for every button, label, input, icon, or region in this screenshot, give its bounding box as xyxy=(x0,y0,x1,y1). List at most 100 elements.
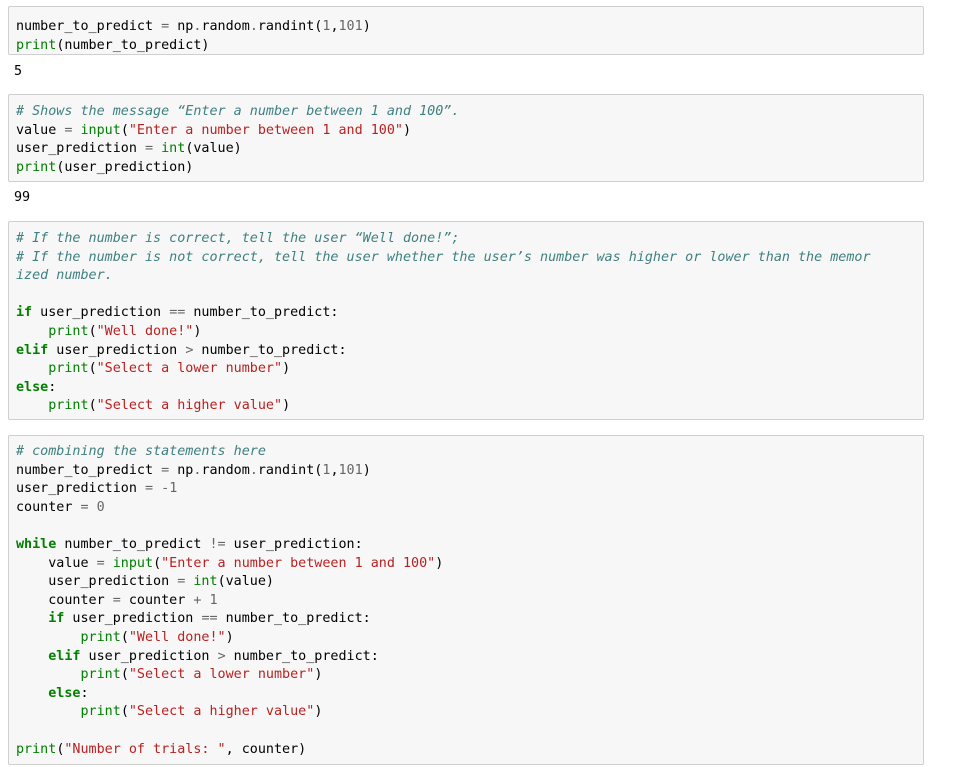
code-token: 1 xyxy=(209,592,218,608)
code-line: else: xyxy=(16,379,871,398)
code-token: ( xyxy=(88,361,97,377)
code-token: else xyxy=(16,379,49,395)
code-token: ) xyxy=(362,19,371,34)
code-token: print xyxy=(80,704,121,720)
code-token: "Enter a number between 1 and 100" xyxy=(128,122,403,138)
code-token: else xyxy=(48,685,81,701)
code-line: elif user_prediction > number_to_predict… xyxy=(16,648,443,667)
code-token: ( xyxy=(120,629,129,645)
code-token: np xyxy=(169,462,194,478)
code-token: if xyxy=(16,305,33,321)
code-line: print(user_prediction) xyxy=(16,159,459,178)
code-token: while xyxy=(16,536,57,552)
code-token: = xyxy=(161,19,170,34)
code-token: ) xyxy=(193,323,202,339)
code-token: # If the number is correct, tell the use… xyxy=(16,231,460,246)
code-token: print xyxy=(80,629,121,645)
code-token: elif xyxy=(16,342,49,358)
code-line: number_to_predict = np.random.randint(1,… xyxy=(16,18,371,37)
code-token: = xyxy=(145,481,154,497)
code-token: (user_prediction) xyxy=(56,159,194,175)
code-token: counter xyxy=(120,592,194,608)
code-token: == xyxy=(169,305,186,321)
output-2: 99 xyxy=(14,190,31,205)
code-token: "Select a higher value" xyxy=(128,704,315,720)
code-line: number_to_predict = np.random.randint(1,… xyxy=(16,462,443,481)
code-token: number_to_predict: xyxy=(193,342,347,358)
code-token: input xyxy=(80,122,121,138)
code-token: ) xyxy=(362,462,371,478)
code-token: random xyxy=(201,19,250,34)
code-token: "Select a lower number" xyxy=(96,361,283,377)
code-token: "Select a higher value" xyxy=(96,398,283,414)
code-line: counter = 0 xyxy=(16,499,443,518)
code-token: if xyxy=(48,611,65,627)
code-token: number_to_predict xyxy=(16,462,162,478)
code-cell-4[interactable]: # combining the statements here number_to… xyxy=(8,435,924,765)
code-token: number_to_predict: xyxy=(217,611,371,627)
code-token: "Select a lower number" xyxy=(128,667,315,683)
code-token: 101 xyxy=(338,462,363,478)
code-token: int xyxy=(161,141,186,157)
code-area[interactable]: # Shows the message “Enter a number betw… xyxy=(16,103,459,177)
code-line: user_prediction = int(value) xyxy=(16,140,459,159)
code-token: number_to_predict xyxy=(16,19,162,34)
code-token: user_prediction xyxy=(48,342,186,358)
code-token: random xyxy=(201,462,250,478)
code-token: print xyxy=(48,398,89,414)
code-token: # combining the statements here xyxy=(16,444,266,459)
code-token: = xyxy=(80,499,89,515)
code-token: . xyxy=(249,462,258,478)
code-line: else: xyxy=(16,685,443,704)
code-line: # If the number is correct, tell the use… xyxy=(16,230,871,249)
code-area[interactable]: # If the number is correct, tell the use… xyxy=(16,230,871,416)
code-cell-3[interactable]: # If the number is correct, tell the use… xyxy=(8,221,924,420)
code-token: 101 xyxy=(338,19,363,34)
code-line: print("Well done!") xyxy=(16,629,443,648)
code-token: # Shows the message “Enter a number betw… xyxy=(16,104,460,119)
code-token: , xyxy=(330,19,339,34)
code-line: user_prediction = int(value) xyxy=(16,573,443,592)
code-token: user_prediction xyxy=(80,648,218,664)
code-token: , xyxy=(330,462,339,478)
code-token: user_prediction xyxy=(16,574,178,590)
code-area[interactable]: number_to_predict = np.random.randint(1,… xyxy=(16,18,371,54)
code-token: = xyxy=(145,141,154,157)
code-token: : xyxy=(48,379,57,395)
code-token: (value) xyxy=(185,141,242,157)
code-token: = xyxy=(161,462,170,478)
code-token: ) xyxy=(314,704,323,720)
code-token: (number_to_predict) xyxy=(56,37,210,53)
code-token: = xyxy=(96,555,105,571)
code-token: randint( xyxy=(257,462,323,478)
code-token: ( xyxy=(120,122,129,138)
output-1: 5 xyxy=(14,64,23,79)
code-cell-2[interactable]: # Shows the message “Enter a number betw… xyxy=(8,94,924,182)
code-token: print xyxy=(80,667,121,683)
code-token: != xyxy=(209,536,226,552)
code-token: number_to_predict xyxy=(56,536,210,552)
code-token: ) xyxy=(282,398,291,414)
code-cell-1[interactable]: number_to_predict = np.random.randint(1,… xyxy=(8,6,924,55)
code-token: randint( xyxy=(257,19,323,34)
code-line: if user_prediction == number_to_predict: xyxy=(16,304,871,323)
code-area[interactable]: # combining the statements here number_to… xyxy=(16,443,443,759)
code-line: value = input("Enter a number between 1 … xyxy=(16,555,443,574)
code-token: : xyxy=(80,685,89,701)
code-token: np xyxy=(169,19,194,34)
code-token: . xyxy=(249,19,258,34)
code-token: print xyxy=(16,741,57,757)
code-token: user_prediction xyxy=(32,305,170,321)
code-line: elif user_prediction > number_to_predict… xyxy=(16,342,871,361)
